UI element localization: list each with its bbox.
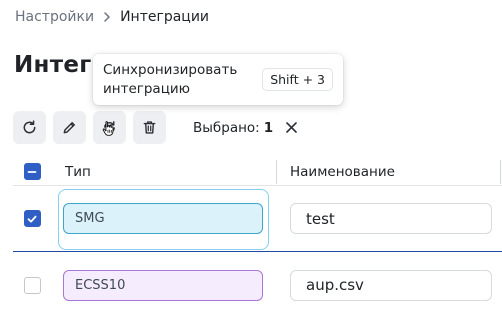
select-all-checkbox[interactable]: [23, 163, 41, 180]
tooltip-text: Синхронизировать интеграцию: [103, 61, 238, 97]
close-icon[interactable]: [285, 121, 298, 134]
column-header-name[interactable]: Наименование: [276, 164, 395, 180]
row-checkbox[interactable]: [23, 276, 41, 294]
refresh-button[interactable]: [13, 111, 46, 144]
name-cell[interactable]: test: [276, 203, 492, 234]
name-field[interactable]: test: [290, 203, 492, 234]
shortcut-badge: Shift + 3: [262, 68, 333, 91]
table-header: Тип Наименование: [13, 158, 502, 186]
refresh-icon: [23, 120, 36, 134]
hand-cursor-icon: [102, 121, 114, 136]
type-tag: ECSS10: [63, 269, 263, 301]
row-checkbox-cell: [13, 276, 51, 294]
integrations-table: Тип Наименование SMG test ECSS10 aup.csv: [13, 158, 502, 318]
select-all-cell: [13, 163, 51, 180]
pencil-icon: [63, 122, 75, 134]
toolbar: Выбрано: 1: [13, 111, 298, 144]
column-header-type[interactable]: Тип: [51, 164, 276, 180]
chevron-right-icon: [104, 12, 110, 22]
breadcrumb-current: Интеграции: [120, 9, 210, 25]
check-icon: [27, 215, 37, 222]
name-cell[interactable]: aup.csv: [276, 269, 492, 301]
table-row[interactable]: SMG test: [13, 186, 502, 252]
edit-button[interactable]: [53, 111, 86, 144]
type-cell[interactable]: SMG: [51, 186, 276, 252]
table-row[interactable]: ECSS10 aup.csv: [13, 252, 502, 318]
selection-info: Выбрано: 1: [193, 120, 298, 136]
breadcrumb: Настройки Интеграции: [15, 8, 209, 26]
breadcrumb-settings-link[interactable]: Настройки: [15, 9, 94, 25]
trash-icon: [143, 121, 156, 134]
name-field[interactable]: aup.csv: [290, 269, 492, 301]
delete-button[interactable]: [133, 111, 166, 144]
type-tag: SMG: [63, 203, 263, 234]
sync-tooltip: Синхронизировать интеграцию Shift + 3: [93, 54, 343, 105]
row-checkbox-cell: [13, 210, 51, 227]
row-checkbox[interactable]: [23, 210, 41, 227]
sync-button[interactable]: [93, 111, 126, 144]
column-resizer[interactable]: [276, 160, 277, 184]
type-cell[interactable]: ECSS10: [51, 252, 276, 318]
selected-count: 1: [263, 119, 274, 136]
selected-label: Выбрано:: [193, 119, 260, 136]
minus-icon: [27, 170, 37, 173]
column-resizer[interactable]: [500, 160, 501, 184]
